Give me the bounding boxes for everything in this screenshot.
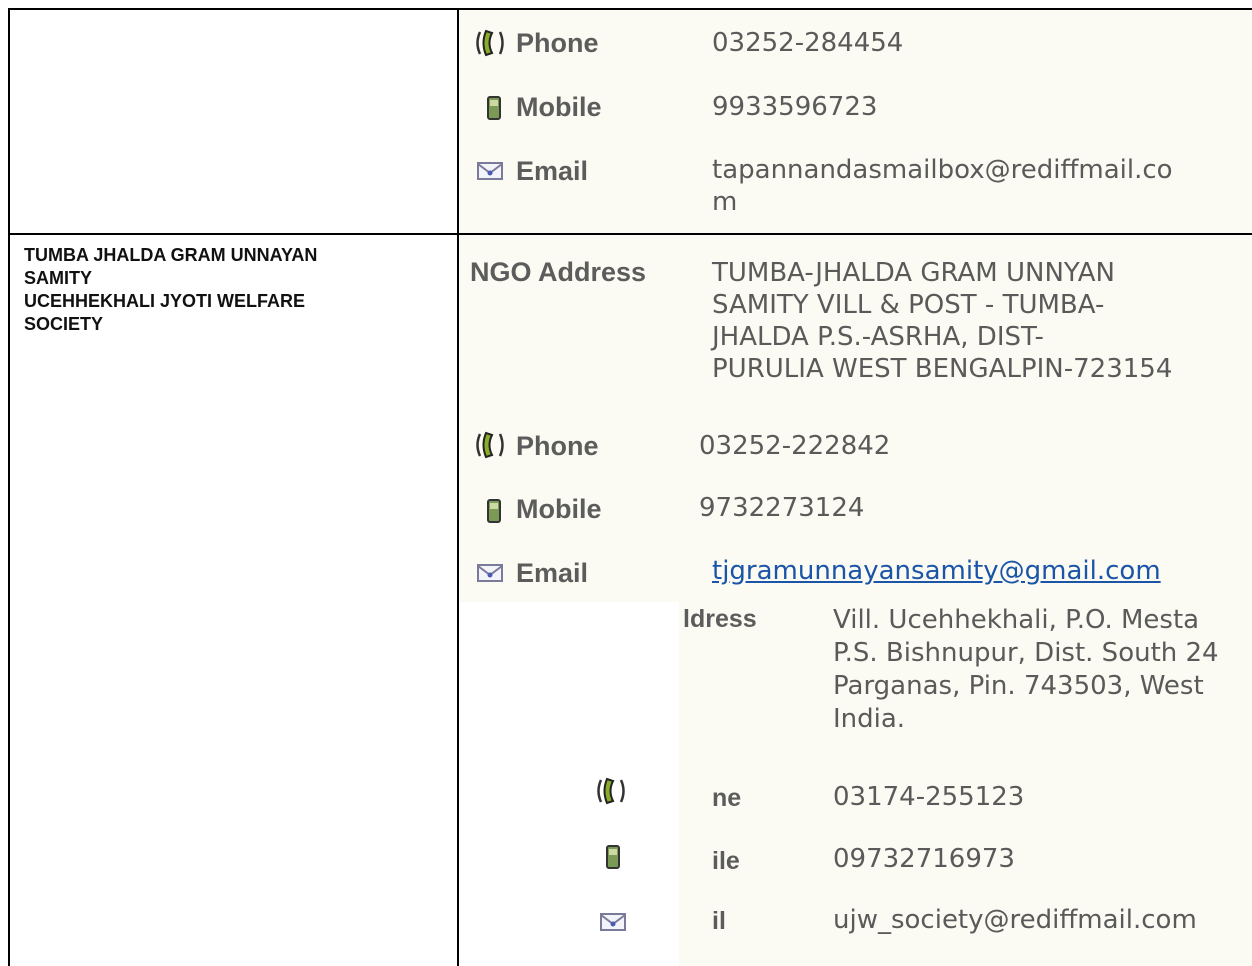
mobile-label: Mobile bbox=[516, 92, 602, 122]
mobile-icon bbox=[487, 96, 501, 120]
phone-value: 03174-255123 bbox=[833, 782, 1025, 812]
phone-icon bbox=[476, 431, 504, 459]
email-value: ujw_society@rediffmail.com bbox=[833, 905, 1197, 935]
mobile-value: 9732273124 bbox=[699, 493, 865, 523]
email-label: Email bbox=[516, 156, 589, 186]
email-label: Email bbox=[516, 558, 589, 588]
ngo-address-line-2: P.S. Bishnupur, Dist. South 24 bbox=[833, 638, 1219, 668]
ngo-address-line-3: JHALDA P.S.-ASRHA, DIST- bbox=[712, 322, 1044, 352]
phone-label-partial: ne bbox=[712, 784, 742, 812]
email-value-line-2: m bbox=[712, 187, 738, 217]
ngo-address-line-1: Vill. Ucehhekhali, P.O. Mesta bbox=[833, 605, 1200, 635]
phone-label: Phone bbox=[516, 431, 599, 461]
email-value-line-1: tapannandasmailbox@rediffmail.co bbox=[712, 155, 1173, 185]
email-icon bbox=[600, 913, 626, 931]
ngo-address-value: TUMBA-JHALDA GRAM UNNYAN SAMITY VILL & P… bbox=[712, 257, 1172, 385]
email-value: tapannandasmailbox@rediffmail.co m bbox=[712, 154, 1173, 218]
email-label-partial: il bbox=[712, 907, 726, 935]
email-icon bbox=[477, 564, 503, 582]
ngo-address-label: NGO Address bbox=[470, 257, 647, 287]
ngo-address-label-partial: ldress bbox=[683, 605, 757, 633]
phone-value: 03252-222842 bbox=[699, 431, 891, 461]
table-border-left bbox=[8, 8, 10, 966]
email-icon bbox=[477, 162, 503, 180]
phone-icon bbox=[476, 29, 504, 57]
ngo-address-line-4: India. bbox=[833, 704, 906, 734]
ngo-name-line-4: SOCIETY bbox=[24, 314, 104, 334]
mobile-icon bbox=[606, 845, 620, 869]
phone-label: Phone bbox=[516, 28, 599, 58]
mobile-label-partial: ile bbox=[712, 847, 740, 875]
phone-value: 03252-284454 bbox=[712, 28, 904, 58]
mobile-value: 09732716973 bbox=[833, 844, 1015, 874]
ngo-name-line-1: TUMBA JHALDA GRAM UNNAYAN bbox=[24, 245, 318, 265]
ngo-address-line-4: PURULIA WEST BENGALPIN-723154 bbox=[712, 354, 1173, 384]
ngo-address-value: Vill. Ucehhekhali, P.O. Mesta P.S. Bishn… bbox=[833, 604, 1219, 736]
mobile-icon bbox=[487, 499, 501, 523]
phone-icon bbox=[597, 777, 625, 805]
email-link[interactable]: tjgramunnayansamity@gmail.com bbox=[712, 555, 1161, 587]
ngo-address-line-2: SAMITY VILL & POST - TUMBA- bbox=[712, 290, 1105, 320]
ngo-address-line-3: Parganas, Pin. 743503, West bbox=[833, 671, 1204, 701]
ngo-name-line-2: SAMITY bbox=[24, 268, 93, 288]
ngo-name: TUMBA JHALDA GRAM UNNAYAN SAMITY UCEHHEK… bbox=[24, 244, 317, 336]
ngo-address-line-1: TUMBA-JHALDA GRAM UNNYAN bbox=[712, 258, 1115, 288]
mobile-value: 9933596723 bbox=[712, 92, 878, 122]
ngo-name-line-3: UCEHHEKHALI JYOTI WELFARE bbox=[24, 291, 306, 311]
mobile-label: Mobile bbox=[516, 494, 602, 524]
